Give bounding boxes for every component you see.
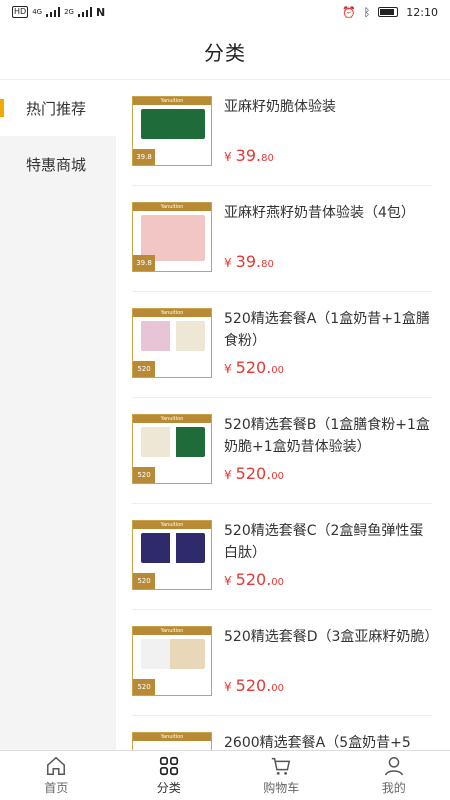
alarm-icon: ⏰	[341, 5, 356, 19]
status-left: HD 4G 2G N	[12, 6, 105, 19]
product-item[interactable]: Yanuition 520 520精选套餐C（2盒鲟鱼弹性蛋白肽） ¥520.0…	[132, 504, 432, 610]
thumb-brand: Yanuition	[133, 733, 211, 741]
product-pack-image	[141, 321, 205, 351]
product-pack-image	[141, 109, 205, 139]
product-price: ¥520.00	[224, 676, 284, 695]
thumb-price-tag: 520	[133, 679, 155, 695]
tab-home[interactable]: 首页	[0, 751, 113, 800]
page-header: 分类	[0, 24, 450, 80]
thumb-price-tag: 39.8	[133, 255, 155, 271]
status-bar: HD 4G 2G N ⏰ ᛒ 12:10	[0, 0, 450, 24]
product-name: 520精选套餐C（2盒鲟鱼弹性蛋白肽）	[224, 523, 424, 561]
sidebar-item-hot[interactable]: 热门推荐	[0, 80, 116, 136]
product-price: ¥39.80	[224, 146, 274, 165]
thumb-brand: Yanuition	[133, 415, 211, 423]
product-pack-image	[141, 427, 205, 457]
home-icon	[47, 756, 66, 775]
sidebar-item-sale[interactable]: 特惠商城	[0, 136, 116, 192]
nfc-icon: N	[95, 5, 106, 19]
product-thumbnail: Yanuition 39.8	[132, 202, 212, 272]
thumb-price-tag: 520	[133, 467, 155, 483]
product-thumbnail: Yanuition 520	[132, 308, 212, 378]
hd-badge: HD	[12, 6, 29, 18]
category-sidebar: 热门推荐 特惠商城	[0, 80, 116, 750]
product-name: 520精选套餐D（3盒亚麻籽奶脆）	[224, 629, 432, 645]
product-name: 2600精选套餐A（5盒奶昔+5	[224, 735, 411, 750]
product-name: 520精选套餐B（1盒膳食粉+1盒奶脆+1盒奶昔体验装）	[224, 417, 430, 455]
user-icon	[384, 757, 403, 776]
cart-icon	[272, 757, 291, 775]
thumb-price-tag: 39.8	[133, 149, 155, 165]
product-list: Yanuition 39.8 亚麻籽奶脆体验装 ¥39.80 Yanuition…	[116, 80, 450, 750]
tab-cart[interactable]: 购物车	[225, 751, 338, 800]
product-price: ¥520.00	[224, 358, 284, 377]
product-price: ¥39.80	[224, 252, 274, 271]
network-label-2: 2G	[64, 8, 74, 16]
thumb-brand: Yanuition	[133, 521, 211, 529]
sidebar-item-label: 热门推荐	[26, 99, 87, 118]
thumb-brand: Yanuition	[133, 309, 211, 317]
thumb-brand: Yanuition	[133, 203, 211, 211]
tab-label: 首页	[44, 781, 69, 795]
product-pack-image	[141, 639, 205, 669]
product-pack-image	[141, 533, 205, 563]
product-price: ¥520.00	[224, 464, 284, 483]
product-thumbnail: Yanuition 39.8	[132, 96, 212, 166]
product-name: 亚麻籽奶脆体验装	[224, 99, 336, 115]
signal-icon	[46, 7, 61, 17]
network-label-1: 4G	[32, 8, 43, 16]
page-title: 分类	[204, 41, 246, 65]
product-name: 亚麻籽燕籽奶昔体验装（4包）	[224, 205, 415, 221]
product-item[interactable]: Yanuition 520 520精选套餐A（1盒奶昔+1盒膳食粉） ¥520.…	[132, 292, 432, 398]
bottom-tab-bar: 首页 分类 购物车 我的	[0, 750, 450, 800]
thumb-brand: Yanuition	[133, 97, 211, 105]
thumb-price-tag: 520	[133, 573, 155, 589]
status-right: ⏰ ᛒ 12:10	[342, 6, 438, 19]
product-item[interactable]: Yanuition 39.8 亚麻籽奶脆体验装 ¥39.80	[132, 80, 432, 186]
tab-label: 购物车	[263, 781, 300, 795]
product-item[interactable]: Yanuition 2600精选套餐A（5盒奶昔+5	[132, 716, 432, 750]
sidebar-item-label: 特惠商城	[26, 155, 87, 174]
bluetooth-icon: ᛒ	[363, 5, 371, 19]
clock: 12:10	[406, 5, 438, 19]
product-price: ¥520.00	[224, 570, 284, 589]
battery-icon	[378, 7, 399, 17]
product-thumbnail: Yanuition 520	[132, 414, 212, 484]
thumb-brand: Yanuition	[133, 627, 211, 635]
grid-icon	[159, 756, 178, 776]
tab-label: 我的	[381, 781, 406, 795]
tab-profile[interactable]: 我的	[338, 751, 450, 800]
product-item[interactable]: Yanuition 520 520精选套餐B（1盒膳食粉+1盒奶脆+1盒奶昔体验…	[132, 398, 432, 504]
thumb-price-tag: 520	[133, 361, 155, 377]
product-item[interactable]: Yanuition 520 520精选套餐D（3盒亚麻籽奶脆） ¥520.00	[132, 610, 432, 716]
tab-label: 分类	[156, 781, 181, 795]
product-item[interactable]: Yanuition 39.8 亚麻籽燕籽奶昔体验装（4包） ¥39.80	[132, 186, 432, 292]
product-thumbnail: Yanuition 520	[132, 520, 212, 590]
product-thumbnail: Yanuition	[132, 732, 212, 750]
product-name: 520精选套餐A（1盒奶昔+1盒膳食粉）	[224, 311, 430, 349]
product-thumbnail: Yanuition 520	[132, 626, 212, 696]
signal-icon-2	[77, 7, 92, 17]
tab-category[interactable]: 分类	[113, 751, 226, 800]
